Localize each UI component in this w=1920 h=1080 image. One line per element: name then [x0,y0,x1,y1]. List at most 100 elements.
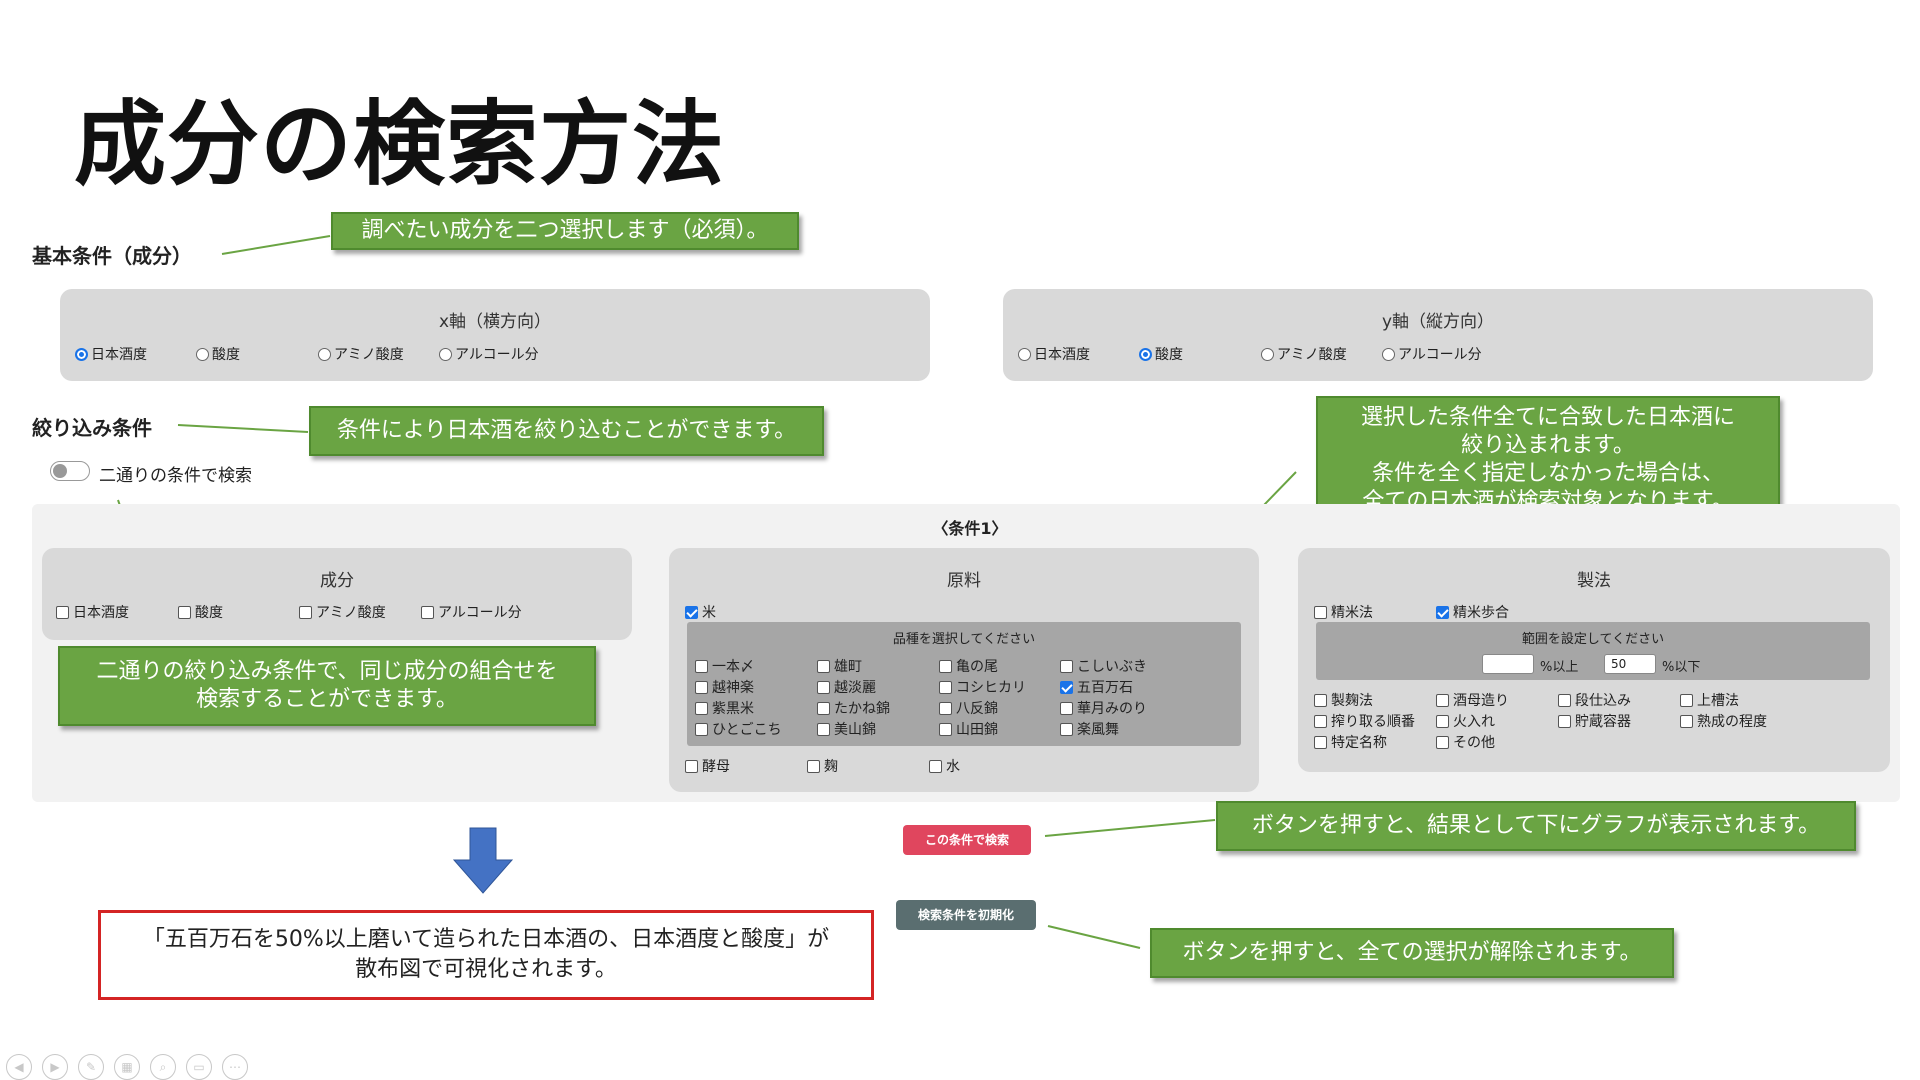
ingredient-koji[interactable]: 麹 [807,756,838,776]
variety-item[interactable]: 八反錦 [939,698,998,718]
checkbox[interactable] [299,605,312,619]
method-item[interactable]: 酒母造り [1436,690,1509,710]
variety-item[interactable]: こしいぶき [1060,656,1147,676]
component-amino[interactable]: アミノ酸度 [299,602,386,622]
next-slide-icon[interactable]: ▶ [42,1054,68,1080]
range-min-input[interactable] [1482,654,1534,674]
checkbox[interactable] [939,722,952,736]
radio[interactable] [1382,347,1395,361]
checkbox[interactable] [1558,714,1571,728]
x-option-sando[interactable]: 酸度 [196,344,240,364]
checkbox[interactable] [695,722,708,736]
previous-slide-icon[interactable]: ◀ [6,1054,32,1080]
checkbox[interactable] [695,701,708,715]
checkbox[interactable] [939,701,952,715]
component-nihonshudo[interactable]: 日本酒度 [56,602,129,622]
y-option-amino[interactable]: アミノ酸度 [1261,344,1347,364]
variety-item[interactable]: 雄町 [817,656,862,676]
y-option-alcohol[interactable]: アルコール分 [1382,344,1482,364]
radio[interactable] [1261,347,1274,361]
method-seimaiho[interactable]: 精米法 [1314,602,1373,622]
variety-item-gohyakumangoku[interactable]: 五百万石 [1060,677,1133,697]
radio[interactable] [1018,347,1031,361]
checkbox[interactable] [817,680,830,694]
checkbox[interactable] [807,759,820,773]
checkbox[interactable] [56,605,69,619]
checkbox[interactable] [817,722,830,736]
checkbox[interactable] [421,605,434,619]
subtitles-icon[interactable]: ▭ [186,1054,212,1080]
x-option-alcohol[interactable]: アルコール分 [439,344,539,364]
method-item[interactable]: 貯蔵容器 [1558,711,1631,731]
checkbox[interactable] [695,680,708,694]
radio-selected[interactable] [75,347,88,361]
ingredient-water[interactable]: 水 [929,756,960,776]
checkbox[interactable] [1558,693,1571,707]
more-options-icon[interactable]: ⋯ [222,1054,248,1080]
checkbox[interactable] [1060,659,1073,673]
variety-item[interactable]: ひとごこち [695,719,782,739]
method-item[interactable]: 搾り取る順番 [1314,711,1415,731]
range-max-input[interactable]: 50 [1604,654,1656,674]
method-item[interactable]: 熟成の程度 [1680,711,1767,731]
checkbox[interactable] [817,701,830,715]
variety-item[interactable]: 山田錦 [939,719,998,739]
y-option-sando[interactable]: 酸度 [1139,344,1183,364]
checkbox[interactable] [929,759,942,773]
checkbox[interactable] [178,605,191,619]
checkbox[interactable] [1314,714,1327,728]
variety-item[interactable]: 越淡麗 [817,677,876,697]
search-button[interactable]: この条件で検索 [903,825,1031,855]
checkbox[interactable] [939,680,952,694]
ingredient-rice[interactable]: 米 [685,602,716,622]
variety-item[interactable]: 華月みのり [1060,698,1147,718]
y-option-nihonshudo[interactable]: 日本酒度 [1018,344,1090,364]
slides-grid-icon[interactable]: ▦ [114,1054,140,1080]
checkbox[interactable] [1060,722,1073,736]
method-item[interactable]: 上槽法 [1680,690,1739,710]
x-option-amino[interactable]: アミノ酸度 [318,344,404,364]
checkbox[interactable] [1436,714,1449,728]
method-seimaibuai[interactable]: 精米歩合 [1436,602,1509,622]
variety-item[interactable]: 紫黒米 [695,698,754,718]
checkbox-checked[interactable] [685,605,698,619]
radio[interactable] [318,347,331,361]
variety-item[interactable]: 楽風舞 [1060,719,1119,739]
checkbox-checked[interactable] [1436,605,1449,619]
reset-button[interactable]: 検索条件を初期化 [896,900,1036,930]
checkbox[interactable] [1314,693,1327,707]
variety-item[interactable]: 一本〆 [695,656,754,676]
checkbox[interactable] [1680,693,1693,707]
method-item[interactable]: その他 [1436,732,1495,752]
variety-item[interactable]: 越神楽 [695,677,754,697]
radio[interactable] [439,347,452,361]
radio-selected[interactable] [1139,347,1152,361]
checkbox[interactable] [1314,605,1327,619]
two-way-toggle[interactable] [50,461,90,481]
checkbox[interactable] [685,759,698,773]
method-item[interactable]: 火入れ [1436,711,1495,731]
checkbox[interactable] [939,659,952,673]
checkbox-checked[interactable] [1060,680,1073,694]
radio[interactable] [196,347,209,361]
checkbox[interactable] [1060,701,1073,715]
checkbox[interactable] [1680,714,1693,728]
method-item[interactable]: 製麹法 [1314,690,1373,710]
method-item[interactable]: 段仕込み [1558,690,1631,710]
ingredient-yeast[interactable]: 酵母 [685,756,730,776]
component-sando[interactable]: 酸度 [178,602,223,622]
x-option-nihonshudo[interactable]: 日本酒度 [75,344,147,364]
variety-item[interactable]: 美山錦 [817,719,876,739]
checkbox[interactable] [817,659,830,673]
component-alcohol[interactable]: アルコール分 [421,602,522,622]
variety-item[interactable]: たかね錦 [817,698,890,718]
method-item[interactable]: 特定名称 [1314,732,1387,752]
checkbox[interactable] [1436,735,1449,749]
checkbox[interactable] [1314,735,1327,749]
zoom-icon[interactable]: ⌕ [150,1054,176,1080]
checkbox[interactable] [695,659,708,673]
pen-icon[interactable]: ✎ [78,1054,104,1080]
checkbox[interactable] [1436,693,1449,707]
variety-item[interactable]: 亀の尾 [939,656,998,676]
variety-item[interactable]: コシヒカリ [939,677,1026,697]
